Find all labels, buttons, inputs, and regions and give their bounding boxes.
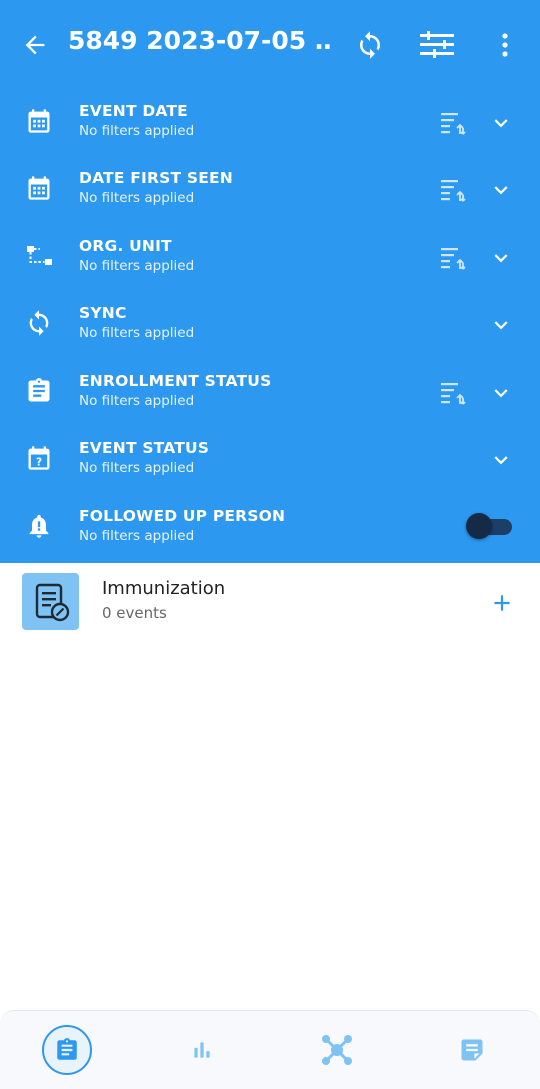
page-title: 5849 2023-07-05 … — [68, 26, 330, 55]
program-card[interactable]: Immunization 0 events — [0, 563, 540, 643]
plus-icon — [494, 595, 510, 611]
filter-subtitle: No filters applied — [79, 460, 195, 476]
back-button[interactable] — [18, 28, 52, 62]
filter-list-icon — [420, 31, 454, 58]
toggle-knob — [466, 513, 492, 539]
bell-alert-icon — [22, 509, 56, 543]
filter-event-status[interactable]: ? EVENT STATUS No filters applied — [0, 427, 540, 494]
nav-relationships-tab[interactable] — [312, 1025, 362, 1075]
filter-enrollment-status[interactable]: ENROLLMENT STATUS No filters applied — [0, 360, 540, 427]
note-icon — [461, 1039, 483, 1061]
sync-icon — [22, 306, 56, 340]
filter-button[interactable] — [418, 26, 456, 64]
filter-title: ENROLLMENT STATUS — [79, 372, 272, 390]
clipboard-icon — [57, 1038, 77, 1060]
document-edit-icon — [22, 573, 79, 630]
filter-subtitle: No filters applied — [79, 393, 195, 409]
chevron-down-icon[interactable] — [488, 110, 514, 136]
filter-event-date[interactable]: EVENT DATE No filters applied — [0, 90, 540, 157]
filter-followed-up-person[interactable]: FOLLOWED UP PERSON No filters applied — [0, 495, 540, 562]
chevron-down-icon[interactable] — [488, 380, 514, 406]
sync-button[interactable] — [351, 26, 389, 64]
nav-notes-tab[interactable] — [447, 1025, 497, 1075]
filter-subtitle: No filters applied — [79, 325, 195, 341]
filter-panel: 5849 2023-07-05 … EVENT DATE No filters … — [0, 0, 540, 563]
filter-sync[interactable]: SYNC No filters applied — [0, 292, 540, 359]
filter-subtitle: No filters applied — [79, 528, 195, 544]
sort-icon[interactable] — [438, 378, 470, 408]
calendar-icon — [22, 104, 56, 138]
filter-title: DATE FIRST SEEN — [79, 169, 233, 187]
sort-icon[interactable] — [438, 108, 470, 138]
more-options-button[interactable] — [486, 26, 524, 64]
add-event-button[interactable] — [484, 585, 520, 621]
network-icon — [322, 1035, 352, 1065]
svg-text:?: ? — [36, 457, 42, 469]
program-event-count: 0 events — [102, 604, 167, 622]
more-vert-icon — [502, 33, 508, 57]
filter-title: SYNC — [79, 304, 127, 322]
sort-icon[interactable] — [438, 175, 470, 205]
nav-list-tab[interactable] — [42, 1025, 92, 1075]
filter-title: EVENT DATE — [79, 102, 188, 120]
chevron-down-icon[interactable] — [488, 312, 514, 338]
filter-date-first-seen[interactable]: DATE FIRST SEEN No filters applied — [0, 157, 540, 224]
filter-subtitle: No filters applied — [79, 258, 195, 274]
filter-subtitle: No filters applied — [79, 123, 195, 139]
program-name: Immunization — [102, 578, 226, 599]
bottom-navigation — [0, 1010, 540, 1089]
chevron-down-icon[interactable] — [488, 177, 514, 203]
filter-org-unit[interactable]: ORG. UNIT No filters applied — [0, 225, 540, 292]
filter-title: ORG. UNIT — [79, 237, 172, 255]
chevron-down-icon[interactable] — [488, 447, 514, 473]
calendar-question-icon: ? — [22, 441, 56, 475]
sort-icon[interactable] — [438, 243, 470, 273]
followed-up-toggle[interactable] — [466, 511, 514, 539]
bar-chart-icon — [194, 1042, 210, 1058]
chevron-down-icon[interactable] — [488, 245, 514, 271]
sync-icon — [360, 31, 380, 59]
filter-title: FOLLOWED UP PERSON — [79, 507, 286, 525]
calendar-icon — [22, 171, 56, 205]
clipboard-icon — [22, 374, 56, 408]
filter-subtitle: No filters applied — [79, 190, 195, 206]
back-arrow-icon — [25, 35, 45, 55]
org-unit-icon — [22, 239, 56, 273]
nav-charts-tab[interactable] — [177, 1025, 227, 1075]
filter-title: EVENT STATUS — [79, 439, 210, 457]
app-bar: 5849 2023-07-05 … — [0, 0, 540, 90]
